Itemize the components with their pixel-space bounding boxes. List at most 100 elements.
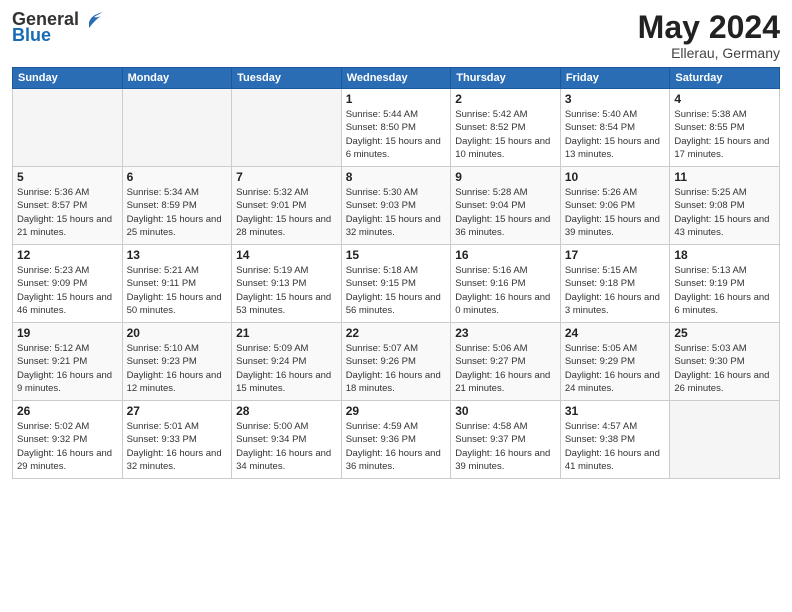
calendar-day-cell: 7 Sunrise: 5:32 AMSunset: 9:01 PMDaylight…	[232, 167, 342, 245]
title-block: May 2024 Ellerau, Germany	[638, 10, 780, 61]
day-of-week-header: Wednesday	[341, 68, 451, 89]
day-info: Sunrise: 5:06 AMSunset: 9:27 PMDaylight:…	[455, 342, 556, 395]
header: General Blue May 2024 Ellerau, Germany	[12, 10, 780, 61]
calendar-day-cell: 11 Sunrise: 5:25 AMSunset: 9:08 PMDayligh…	[670, 167, 780, 245]
day-info: Sunrise: 5:12 AMSunset: 9:21 PMDaylight:…	[17, 342, 118, 395]
day-info: Sunrise: 5:25 AMSunset: 9:08 PMDaylight:…	[674, 186, 775, 239]
day-of-week-header: Friday	[560, 68, 670, 89]
calendar-day-cell: 31 Sunrise: 4:57 AMSunset: 9:38 PMDayligh…	[560, 401, 670, 479]
calendar-day-cell	[232, 89, 342, 167]
calendar-day-cell: 17 Sunrise: 5:15 AMSunset: 9:18 PMDayligh…	[560, 245, 670, 323]
calendar-day-cell: 21 Sunrise: 5:09 AMSunset: 9:24 PMDayligh…	[232, 323, 342, 401]
calendar-day-cell: 24 Sunrise: 5:05 AMSunset: 9:29 PMDayligh…	[560, 323, 670, 401]
day-number: 29	[346, 404, 447, 418]
day-of-week-header: Thursday	[451, 68, 561, 89]
calendar-day-cell: 14 Sunrise: 5:19 AMSunset: 9:13 PMDayligh…	[232, 245, 342, 323]
day-number: 7	[236, 170, 337, 184]
day-number: 18	[674, 248, 775, 262]
day-number: 19	[17, 326, 118, 340]
day-info: Sunrise: 5:10 AMSunset: 9:23 PMDaylight:…	[127, 342, 228, 395]
day-info: Sunrise: 5:36 AMSunset: 8:57 PMDaylight:…	[17, 186, 118, 239]
day-number: 28	[236, 404, 337, 418]
page: General Blue May 2024 Ellerau, Germany S…	[0, 0, 792, 612]
day-info: Sunrise: 4:59 AMSunset: 9:36 PMDaylight:…	[346, 420, 447, 473]
calendar-day-cell: 19 Sunrise: 5:12 AMSunset: 9:21 PMDayligh…	[13, 323, 123, 401]
calendar-week-row: 19 Sunrise: 5:12 AMSunset: 9:21 PMDayligh…	[13, 323, 780, 401]
day-number: 31	[565, 404, 666, 418]
calendar-day-cell: 22Sunrise: 5:07 AMSunset: 9:26 PMDayligh…	[341, 323, 451, 401]
day-number: 16	[455, 248, 556, 262]
day-info: Sunrise: 5:23 AMSunset: 9:09 PMDaylight:…	[17, 264, 118, 317]
day-number: 11	[674, 170, 775, 184]
calendar-day-cell	[13, 89, 123, 167]
calendar-day-cell: 5 Sunrise: 5:36 AMSunset: 8:57 PMDaylight…	[13, 167, 123, 245]
day-info: Sunrise: 5:28 AMSunset: 9:04 PMDaylight:…	[455, 186, 556, 239]
day-number: 10	[565, 170, 666, 184]
calendar-week-row: 5 Sunrise: 5:36 AMSunset: 8:57 PMDaylight…	[13, 167, 780, 245]
day-info: Sunrise: 5:18 AMSunset: 9:15 PMDaylight:…	[346, 264, 447, 317]
day-info: Sunrise: 5:44 AMSunset: 8:50 PMDaylight:…	[346, 108, 447, 161]
calendar-day-cell	[122, 89, 232, 167]
day-of-week-header: Monday	[122, 68, 232, 89]
calendar-day-cell: 29 Sunrise: 4:59 AMSunset: 9:36 PMDayligh…	[341, 401, 451, 479]
day-info: Sunrise: 5:32 AMSunset: 9:01 PMDaylight:…	[236, 186, 337, 239]
day-info: Sunrise: 5:21 AMSunset: 9:11 PMDaylight:…	[127, 264, 228, 317]
day-info: Sunrise: 5:05 AMSunset: 9:29 PMDaylight:…	[565, 342, 666, 395]
day-number: 8	[346, 170, 447, 184]
day-info: Sunrise: 5:16 AMSunset: 9:16 PMDaylight:…	[455, 264, 556, 317]
day-info: Sunrise: 4:58 AMSunset: 9:37 PMDaylight:…	[455, 420, 556, 473]
day-info: Sunrise: 5:38 AMSunset: 8:55 PMDaylight:…	[674, 108, 775, 161]
day-number: 22	[346, 326, 447, 340]
day-number: 25	[674, 326, 775, 340]
day-info: Sunrise: 5:13 AMSunset: 9:19 PMDaylight:…	[674, 264, 775, 317]
day-info: Sunrise: 5:19 AMSunset: 9:13 PMDaylight:…	[236, 264, 337, 317]
calendar-day-cell: 18 Sunrise: 5:13 AMSunset: 9:19 PMDayligh…	[670, 245, 780, 323]
day-info: Sunrise: 5:01 AMSunset: 9:33 PMDaylight:…	[127, 420, 228, 473]
calendar-day-cell: 30Sunrise: 4:58 AMSunset: 9:37 PMDayligh…	[451, 401, 561, 479]
day-info: Sunrise: 5:42 AMSunset: 8:52 PMDaylight:…	[455, 108, 556, 161]
day-of-week-header: Tuesday	[232, 68, 342, 89]
calendar-table: SundayMondayTuesdayWednesdayThursdayFrid…	[12, 67, 780, 479]
day-number: 6	[127, 170, 228, 184]
calendar-day-cell: 4 Sunrise: 5:38 AMSunset: 8:55 PMDaylight…	[670, 89, 780, 167]
day-number: 27	[127, 404, 228, 418]
day-number: 14	[236, 248, 337, 262]
calendar-header-row: SundayMondayTuesdayWednesdayThursdayFrid…	[13, 68, 780, 89]
day-number: 5	[17, 170, 118, 184]
day-number: 20	[127, 326, 228, 340]
calendar-day-cell: 27 Sunrise: 5:01 AMSunset: 9:33 PMDayligh…	[122, 401, 232, 479]
calendar-week-row: 26Sunrise: 5:02 AMSunset: 9:32 PMDayligh…	[13, 401, 780, 479]
day-info: Sunrise: 5:03 AMSunset: 9:30 PMDaylight:…	[674, 342, 775, 395]
calendar-week-row: 12Sunrise: 5:23 AMSunset: 9:09 PMDayligh…	[13, 245, 780, 323]
logo-bird-icon	[81, 10, 103, 32]
day-number: 24	[565, 326, 666, 340]
calendar-day-cell: 15Sunrise: 5:18 AMSunset: 9:15 PMDayligh…	[341, 245, 451, 323]
day-of-week-header: Sunday	[13, 68, 123, 89]
calendar-day-cell: 10 Sunrise: 5:26 AMSunset: 9:06 PMDayligh…	[560, 167, 670, 245]
day-number: 9	[455, 170, 556, 184]
calendar-day-cell: 12Sunrise: 5:23 AMSunset: 9:09 PMDayligh…	[13, 245, 123, 323]
day-number: 3	[565, 92, 666, 106]
logo: General Blue	[12, 10, 103, 46]
day-info: Sunrise: 5:02 AMSunset: 9:32 PMDaylight:…	[17, 420, 118, 473]
day-info: Sunrise: 5:26 AMSunset: 9:06 PMDaylight:…	[565, 186, 666, 239]
day-info: Sunrise: 5:00 AMSunset: 9:34 PMDaylight:…	[236, 420, 337, 473]
day-number: 1	[346, 92, 447, 106]
calendar-day-cell: 2 Sunrise: 5:42 AMSunset: 8:52 PMDaylight…	[451, 89, 561, 167]
calendar-day-cell: 20 Sunrise: 5:10 AMSunset: 9:23 PMDayligh…	[122, 323, 232, 401]
month-title: May 2024	[638, 10, 780, 45]
day-number: 17	[565, 248, 666, 262]
calendar-day-cell: 25 Sunrise: 5:03 AMSunset: 9:30 PMDayligh…	[670, 323, 780, 401]
day-info: Sunrise: 5:40 AMSunset: 8:54 PMDaylight:…	[565, 108, 666, 161]
calendar-day-cell: 1 Sunrise: 5:44 AMSunset: 8:50 PMDaylight…	[341, 89, 451, 167]
day-info: Sunrise: 5:15 AMSunset: 9:18 PMDaylight:…	[565, 264, 666, 317]
day-number: 2	[455, 92, 556, 106]
day-number: 21	[236, 326, 337, 340]
calendar-day-cell: 13Sunrise: 5:21 AMSunset: 9:11 PMDayligh…	[122, 245, 232, 323]
day-info: Sunrise: 5:09 AMSunset: 9:24 PMDaylight:…	[236, 342, 337, 395]
day-number: 23	[455, 326, 556, 340]
day-info: Sunrise: 4:57 AMSunset: 9:38 PMDaylight:…	[565, 420, 666, 473]
calendar-day-cell: 23 Sunrise: 5:06 AMSunset: 9:27 PMDayligh…	[451, 323, 561, 401]
day-number: 4	[674, 92, 775, 106]
calendar-day-cell: 6Sunrise: 5:34 AMSunset: 8:59 PMDaylight…	[122, 167, 232, 245]
